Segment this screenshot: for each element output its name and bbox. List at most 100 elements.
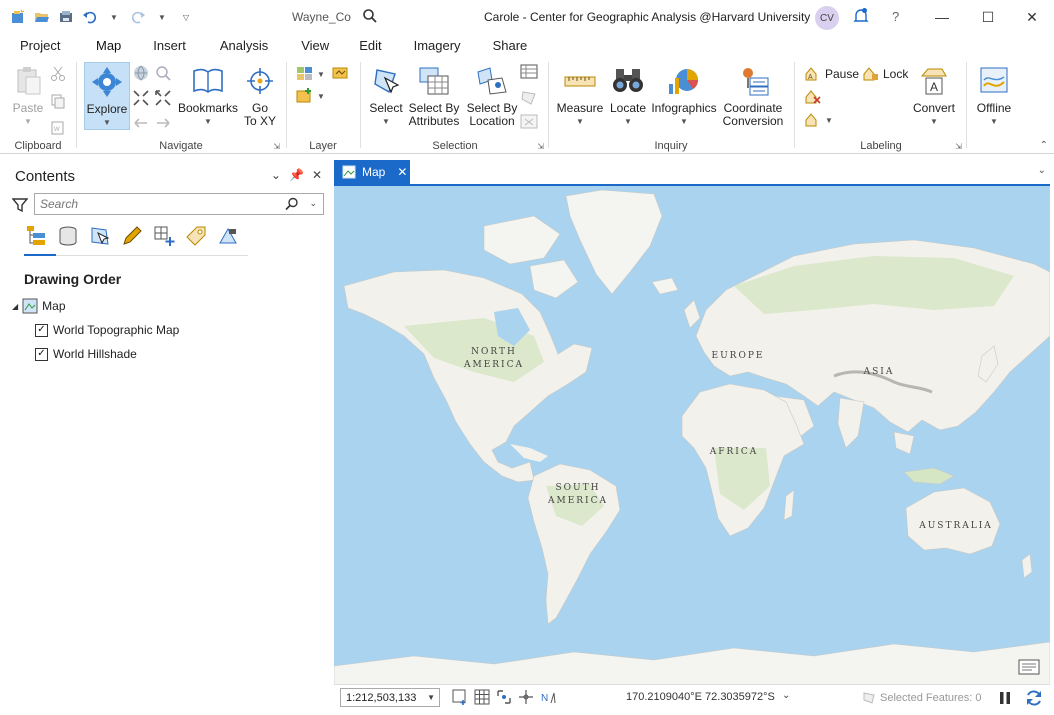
undo-dropdown-icon[interactable]: ▼ [104, 7, 124, 27]
layer-visibility-checkbox[interactable]: ✓ [35, 347, 48, 361]
infographics-button[interactable]: Infographics ▼ [650, 64, 718, 128]
pause-labeling-button[interactable]: A Pause [804, 66, 859, 82]
redo-icon[interactable] [128, 7, 148, 27]
bookmarks-button[interactable]: Bookmarks ▼ [178, 64, 238, 128]
group-separator [548, 62, 549, 148]
crosshair-status-icon[interactable] [518, 689, 534, 708]
measure-button[interactable]: Measure ▼ [556, 64, 604, 128]
grid-icon[interactable] [474, 689, 490, 708]
labeling-tag-icon[interactable] [184, 224, 208, 248]
customize-toolbar-icon[interactable]: ▽ [176, 7, 196, 27]
map-canvas[interactable]: NORTH AMERICA SOUTH AMERICA EUROPE ASIA … [334, 184, 1050, 684]
close-icon[interactable]: ✕ [1020, 6, 1044, 28]
tab-insert[interactable]: Insert [153, 34, 186, 58]
selection-group-label: Selection [432, 140, 478, 152]
close-map-tab-icon[interactable]: ✕ [397, 165, 407, 179]
tab-imagery[interactable]: Imagery [414, 34, 461, 58]
cut-icon[interactable] [50, 66, 66, 85]
convert-button[interactable]: A Convert ▼ [908, 64, 960, 128]
basemap-button[interactable]: ▼ [296, 66, 325, 82]
select-by-location-button[interactable]: Select By Location [464, 64, 520, 128]
go-to-xy-button[interactable]: Go To XY [238, 64, 282, 128]
search-icon[interactable] [285, 197, 299, 214]
maximize-icon[interactable]: ☐ [976, 6, 1000, 28]
inquiry-group: Measure ▼ Locate ▼ Infographics ▼ Coordi… [550, 58, 792, 154]
pause-drawing-icon[interactable] [998, 690, 1012, 709]
contents-search-input[interactable] [35, 194, 275, 214]
tree-map-node[interactable]: ◢ Map [12, 298, 66, 314]
perspective-imagery-icon[interactable] [216, 224, 240, 248]
tab-analysis[interactable]: Analysis [220, 34, 268, 58]
select-button[interactable]: Select ▼ [368, 64, 404, 128]
paste-button[interactable]: Paste ▼ [10, 64, 46, 128]
notification-bell-icon[interactable] [852, 7, 870, 28]
selected-features-indicator[interactable]: Selected Features: 0 [862, 691, 982, 705]
redo-dropdown-icon[interactable]: ▼ [152, 7, 172, 27]
map-view-tab[interactable]: Map ✕ [334, 160, 410, 184]
explore-icon [90, 65, 124, 99]
lock-labeling-button[interactable]: Lock [862, 66, 908, 82]
clear-selection-icon[interactable] [520, 89, 538, 108]
previous-extent-icon[interactable] [132, 114, 154, 135]
filter-icon[interactable] [11, 197, 29, 216]
close-pane-icon[interactable]: ✕ [312, 168, 322, 182]
data-source-icon[interactable] [56, 224, 80, 248]
add-preset-icon[interactable] [332, 66, 348, 80]
search-options-dropdown[interactable]: ⌄ [309, 198, 317, 209]
selection-options-icon[interactable]: ⇲ [537, 142, 544, 151]
locate-button[interactable]: Locate ▼ [608, 64, 648, 128]
tab-view[interactable]: View [301, 34, 329, 58]
unplaced-labels-icon[interactable] [804, 89, 822, 105]
copy-icon[interactable] [50, 93, 66, 112]
view-tabs-overflow-icon[interactable]: ⌄ [1038, 165, 1046, 176]
refresh-icon[interactable] [1024, 688, 1044, 711]
open-project-icon[interactable] [32, 7, 52, 27]
copy-path-icon[interactable]: W [50, 120, 66, 139]
labeling-options-icon[interactable]: ⇲ [955, 142, 962, 151]
select-by-attributes-button[interactable]: Select By Attributes [406, 64, 462, 128]
coordinate-conversion-button[interactable]: Coordinate Conversion [720, 64, 786, 128]
coordinate-format-dropdown[interactable]: ⌄ [782, 690, 790, 701]
zoom-to-selected-icon[interactable] [520, 114, 538, 133]
drawing-order-icon[interactable] [24, 224, 48, 248]
pin-icon[interactable]: 📌 [289, 168, 304, 182]
zoom-to-selection-icon[interactable] [154, 64, 176, 85]
select-by-location-icon [475, 64, 509, 98]
help-button[interactable]: ? [892, 9, 899, 24]
fixed-zoom-in-icon[interactable] [132, 89, 154, 110]
snapping-status-icon[interactable] [496, 689, 512, 708]
basemap-icon [297, 67, 312, 80]
offline-button[interactable]: Offline ▼ [972, 64, 1016, 128]
layer-item-world-hillshade[interactable]: ✓ World Hillshade [35, 347, 137, 361]
editing-pencil-icon[interactable] [120, 224, 144, 248]
tab-map[interactable]: Map [96, 34, 122, 60]
north-arrow-icon[interactable]: N [540, 689, 556, 708]
explore-button[interactable]: Explore ▼ [84, 62, 130, 130]
layer-item-world-topographic[interactable]: ✓ World Topographic Map [35, 323, 179, 337]
map-notes-icon[interactable] [1018, 657, 1040, 678]
new-project-icon[interactable] [8, 7, 28, 27]
tab-project[interactable]: Project [20, 34, 78, 58]
tab-edit[interactable]: Edit [359, 34, 381, 58]
map-scale-dropdown[interactable]: 1:212,503,133 ▼ [340, 688, 440, 707]
command-search-icon[interactable] [362, 8, 378, 27]
save-project-icon[interactable] [56, 7, 76, 27]
label-more-button[interactable]: ▼ [804, 112, 833, 128]
undo-icon[interactable] [80, 7, 100, 27]
collapse-ribbon-icon[interactable]: ⌃ [1040, 140, 1048, 151]
collapse-triangle-icon[interactable]: ◢ [12, 302, 18, 311]
fixed-zoom-out-icon[interactable] [154, 89, 176, 110]
add-data-button[interactable]: ▼ [296, 88, 325, 104]
layer-visibility-checkbox[interactable]: ✓ [35, 323, 48, 337]
minimize-icon[interactable]: — [930, 6, 954, 28]
globe-icon[interactable] [132, 64, 154, 85]
pane-options-icon[interactable]: ⌄ [271, 168, 281, 182]
snapping-icon[interactable] [152, 224, 176, 248]
navigate-options-icon[interactable]: ⇲ [273, 142, 280, 151]
zoom-to-layer-icon[interactable] [452, 689, 468, 708]
selection-list-icon[interactable] [88, 224, 112, 248]
attributes-table-icon[interactable] [520, 64, 538, 83]
next-extent-icon[interactable] [154, 114, 176, 135]
user-avatar[interactable]: CV [815, 6, 839, 30]
tab-share[interactable]: Share [493, 34, 528, 58]
